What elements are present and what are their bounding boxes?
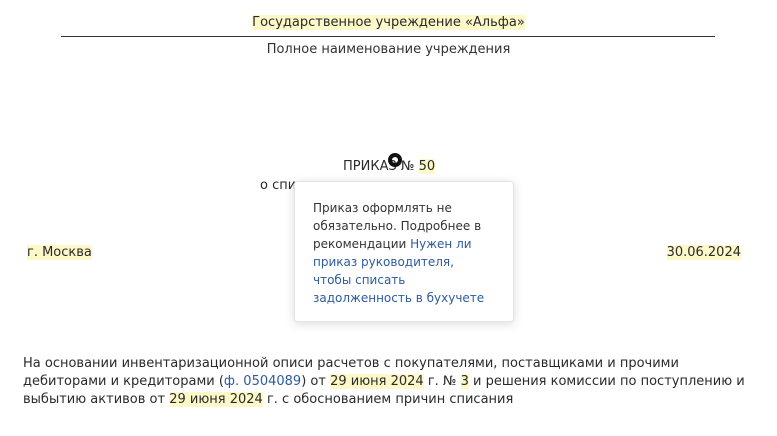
inventory-number-field[interactable]: 3 — [460, 374, 469, 389]
order-number-field[interactable]: 50 — [418, 159, 436, 174]
commission-date-field[interactable]: 29 июня 2024 — [169, 392, 263, 407]
organization-name-field[interactable]: Государственное учреждение «Альфа» — [252, 15, 525, 30]
basis-text-2: ) от — [301, 374, 331, 389]
mouse-cursor-icon — [388, 153, 402, 167]
organization-underline — [61, 36, 715, 37]
organization-caption: Полное наименование учреждения — [266, 42, 511, 57]
form-0504089-link[interactable]: ф. 0504089 — [224, 374, 301, 389]
city-field: г. Москва — [27, 244, 92, 262]
hint-tooltip: Приказ оформлять не обязательно. Подробн… — [294, 181, 514, 322]
city-value[interactable]: г. Москва — [27, 245, 92, 260]
order-title-prefix: ПРИКАЗ № — [343, 159, 415, 174]
order-date-value[interactable]: 30.06.2024 — [666, 245, 741, 260]
basis-text-3: г. № — [423, 374, 461, 389]
inventory-date-field[interactable]: 29 июня 2024 — [330, 374, 424, 389]
order-basis-paragraph: На основании инвентаризационной описи ра… — [23, 355, 753, 409]
organization-name: Государственное учреждение «Альфа» — [0, 13, 777, 33]
order-date-field: 30.06.2024 — [666, 244, 741, 262]
basis-text-5: г. с обоснованием причин списания — [262, 392, 514, 407]
